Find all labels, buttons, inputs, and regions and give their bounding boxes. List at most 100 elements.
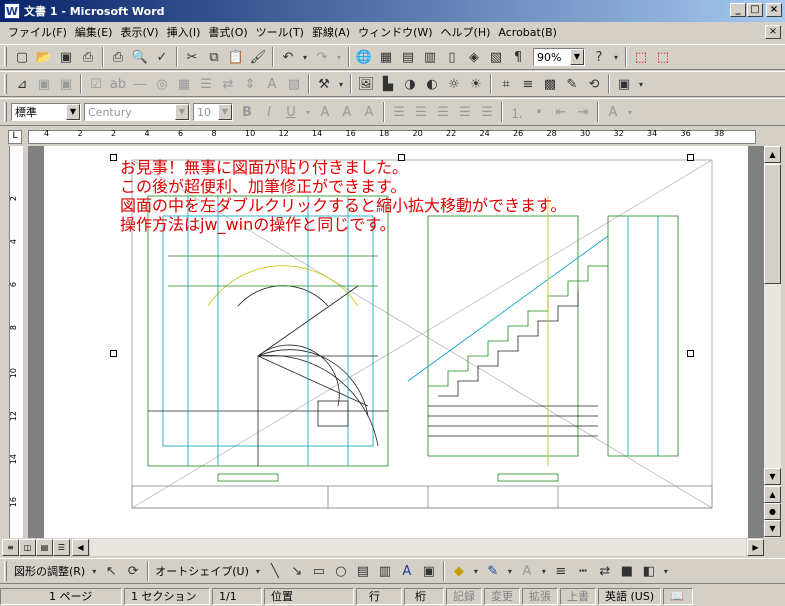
shadow-icon[interactable]: ■ [616,560,638,582]
rectangle-tool-icon[interactable]: ▭ [308,560,330,582]
3d-icon[interactable]: ◧ [638,560,660,582]
brightness-up-icon[interactable]: ☼ [443,73,465,95]
toolbar-grip[interactable] [4,74,7,94]
scroll-right-icon[interactable]: ▶ [747,539,764,556]
align-center-icon[interactable]: ☰ [410,101,432,123]
char-scale-icon[interactable]: A [358,101,380,123]
underline-dropdown-icon[interactable]: ▾ [302,101,314,123]
save-icon[interactable]: ▣ [55,46,77,68]
format-painter-icon[interactable]: 🖌 [247,46,269,68]
zoom-select[interactable]: 90% ▼ [533,48,585,66]
cut-icon[interactable]: ✂ [181,46,203,68]
redo-icon[interactable]: ↷ [311,46,333,68]
dash-style-icon[interactable]: ┅ [572,560,594,582]
resize-handle-top-right[interactable] [687,154,694,161]
select-objects-icon[interactable]: ↖ [100,560,122,582]
status-track-changes[interactable]: 変更 [484,587,520,605]
word-app-icon[interactable]: W [4,3,20,19]
line-tool-icon[interactable]: ╲ [264,560,286,582]
adjust-shapes-menu[interactable]: 図形の調整(R) [11,563,88,579]
document-page[interactable]: お見事！無事に図面が貼り付きました。 この後が超便利、加筆修正ができます。 図面… [44,146,748,538]
menu-acrobat[interactable]: Acrobat(B) [494,26,561,39]
set-transparent-icon[interactable]: ✎ [561,73,583,95]
font-color-draw-icon[interactable]: A [516,560,538,582]
italic-icon[interactable]: I [258,101,280,123]
color-picture-icon[interactable]: ▙ [377,73,399,95]
browse-object-icon[interactable]: ● [764,503,781,520]
columns-icon[interactable]: ▯ [441,46,463,68]
acrobat-pdf-icon[interactable]: ⬚ [630,46,652,68]
adjust-dropdown-icon[interactable]: ▾ [88,560,100,582]
wrap-dropdown-icon[interactable]: ▾ [635,73,647,95]
resize-handle-left[interactable] [110,350,117,357]
font-color-draw-dropdown-icon[interactable]: ▾ [538,560,550,582]
menu-table[interactable]: 罫線(A) [308,24,354,40]
bold-icon[interactable]: B [236,101,258,123]
wordart-icon[interactable]: A [396,560,418,582]
clipart-icon[interactable]: ▣ [418,560,440,582]
fill-color-icon[interactable]: ◆ [448,560,470,582]
align-left-icon[interactable]: ☰ [388,101,410,123]
edit-points-icon[interactable]: ⊿ [11,73,33,95]
hyperlink-icon[interactable]: 🌐 [353,46,375,68]
tables-borders-icon[interactable]: ▦ [375,46,397,68]
font-size-select[interactable]: 10 ▼ [193,103,233,121]
fill-dropdown-icon[interactable]: ▾ [470,560,482,582]
vertical-scrollbar[interactable]: ▲ ▼ ▲ ● ▼ [764,146,781,538]
text-wrap-icon[interactable]: ▣ [613,73,635,95]
open-folder-icon[interactable]: 📂 [33,46,55,68]
char-border-icon[interactable]: A [314,101,336,123]
style-select[interactable]: 標準 ▼ [11,103,81,121]
align-right-icon[interactable]: ☰ [432,101,454,123]
autoshape-dropdown-icon[interactable]: ▾ [252,560,264,582]
horizontal-scrollbar[interactable]: ≡ ◫ ▤ ☰ ◀ ▶ [0,538,785,556]
tab-selector-icon[interactable]: L [8,130,22,144]
print-layout-icon[interactable]: ▤ [36,539,53,556]
bullets-icon[interactable]: • [528,101,550,123]
font-color-icon[interactable]: A [602,101,624,123]
scroll-down-icon[interactable]: ▼ [764,468,781,485]
tools-dropdown-icon[interactable]: ▾ [335,73,347,95]
scroll-left-icon[interactable]: ◀ [72,539,89,556]
previous-page-icon[interactable]: ▲ [764,486,781,503]
brightness-down-icon[interactable]: ☀ [465,73,487,95]
close-button[interactable]: × [766,3,782,17]
new-document-icon[interactable]: ▢ [11,46,33,68]
acrobat-pdf-mail-icon[interactable]: ⬚ [652,46,674,68]
next-page-icon[interactable]: ▼ [764,520,781,537]
help-icon[interactable]: ? [588,46,610,68]
scroll-thumb[interactable] [764,164,781,284]
print-preview-icon[interactable]: 🔍 [129,46,151,68]
normal-view-icon[interactable]: ≡ [2,539,19,556]
status-language[interactable]: 英語 (US) [598,587,662,605]
outline-view-icon[interactable]: ☰ [53,539,70,556]
line-style-icon[interactable]: ≡ [517,73,539,95]
menu-insert[interactable]: 挿入(I) [163,24,205,40]
spelling-icon[interactable]: ✓ [151,46,173,68]
minimize-button[interactable]: _ [730,3,746,17]
document-map-icon[interactable]: ▧ [485,46,507,68]
line-color-icon[interactable]: ✎ [482,560,504,582]
insert-excel-icon[interactable]: ▥ [419,46,441,68]
toolbar-grip[interactable] [4,561,7,581]
doc-close-button[interactable]: × [765,25,781,39]
arrow-style-icon[interactable]: ⇄ [594,560,616,582]
redo-dropdown-icon[interactable]: ▾ [333,46,345,68]
undo-dropdown-icon[interactable]: ▾ [299,46,311,68]
show-hide-icon[interactable]: ¶ [507,46,529,68]
toolbar-grip[interactable] [4,102,7,122]
scroll-up-icon[interactable]: ▲ [764,146,781,163]
paste-icon[interactable]: 📋 [225,46,247,68]
menu-window[interactable]: ウィンドウ(W) [354,24,436,40]
drawing-icon[interactable]: ◈ [463,46,485,68]
copy-icon[interactable]: ⧉ [203,46,225,68]
menu-format[interactable]: 書式(O) [204,24,251,40]
justify-icon[interactable]: ☰ [454,101,476,123]
print-icon[interactable]: ⎙ [107,46,129,68]
font-select[interactable]: Century ▼ [84,103,190,121]
arrow-tool-icon[interactable]: ↘ [286,560,308,582]
distribute-icon[interactable]: ☰ [476,101,498,123]
reset-picture-icon[interactable]: ⟲ [583,73,605,95]
vertical-ruler[interactable]: 2 4 6 8 10 12 14 16 [6,146,26,538]
font-color-dropdown-icon[interactable]: ▾ [624,101,636,123]
